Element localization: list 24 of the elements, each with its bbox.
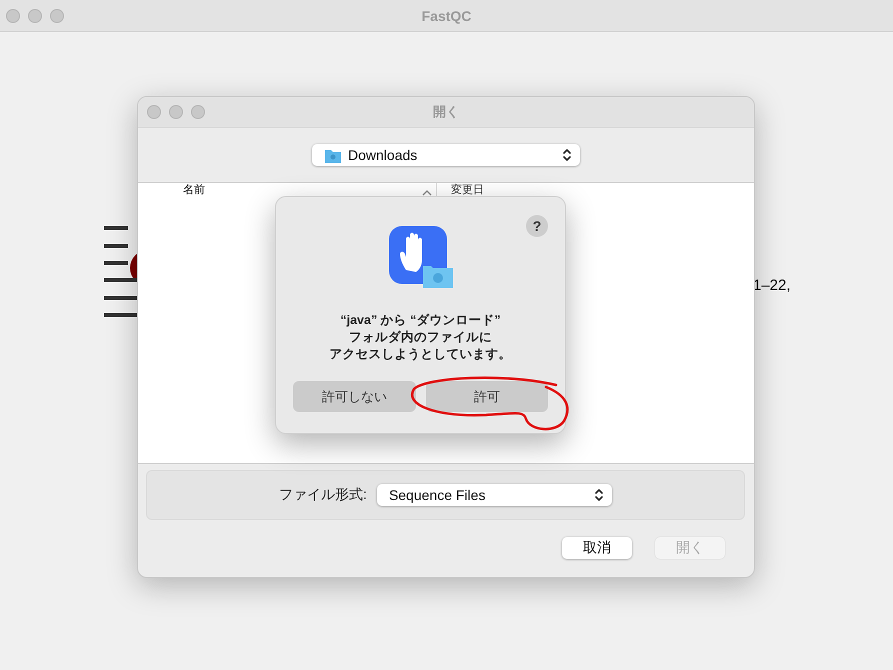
window-control[interactable] (191, 105, 205, 119)
background-text: 1–22, (753, 277, 791, 294)
location-popup[interactable]: Downloads (312, 144, 580, 166)
file-format-popup[interactable]: Sequence Files (376, 484, 612, 506)
message-line: フォルダ内のファイルに (348, 329, 493, 346)
file-format-label: ファイル形式: (279, 486, 367, 504)
window-control[interactable] (6, 8, 20, 22)
window-control[interactable] (50, 8, 64, 22)
deny-button[interactable]: 許可しない (293, 381, 416, 412)
message-line: アクセスしようとしています。 (330, 346, 512, 363)
cancel-button[interactable]: 取消 (562, 537, 632, 559)
window-title: FastQC (422, 8, 472, 24)
window-control[interactable] (147, 105, 161, 119)
window-control[interactable] (169, 105, 183, 119)
window-control[interactable] (28, 8, 42, 22)
stepper-icon (562, 148, 572, 162)
column-header[interactable]: 名前 (183, 184, 205, 197)
message-line: “java” から “ダウンロード” (339, 312, 502, 329)
column-header[interactable]: 変更日 (451, 184, 484, 197)
stepper-icon (594, 488, 604, 502)
privacy-hand-icon (388, 226, 452, 288)
help-button[interactable]: ? (526, 215, 548, 237)
dialog-title: 開く (433, 103, 459, 121)
allow-button[interactable]: 許可 (426, 381, 548, 412)
